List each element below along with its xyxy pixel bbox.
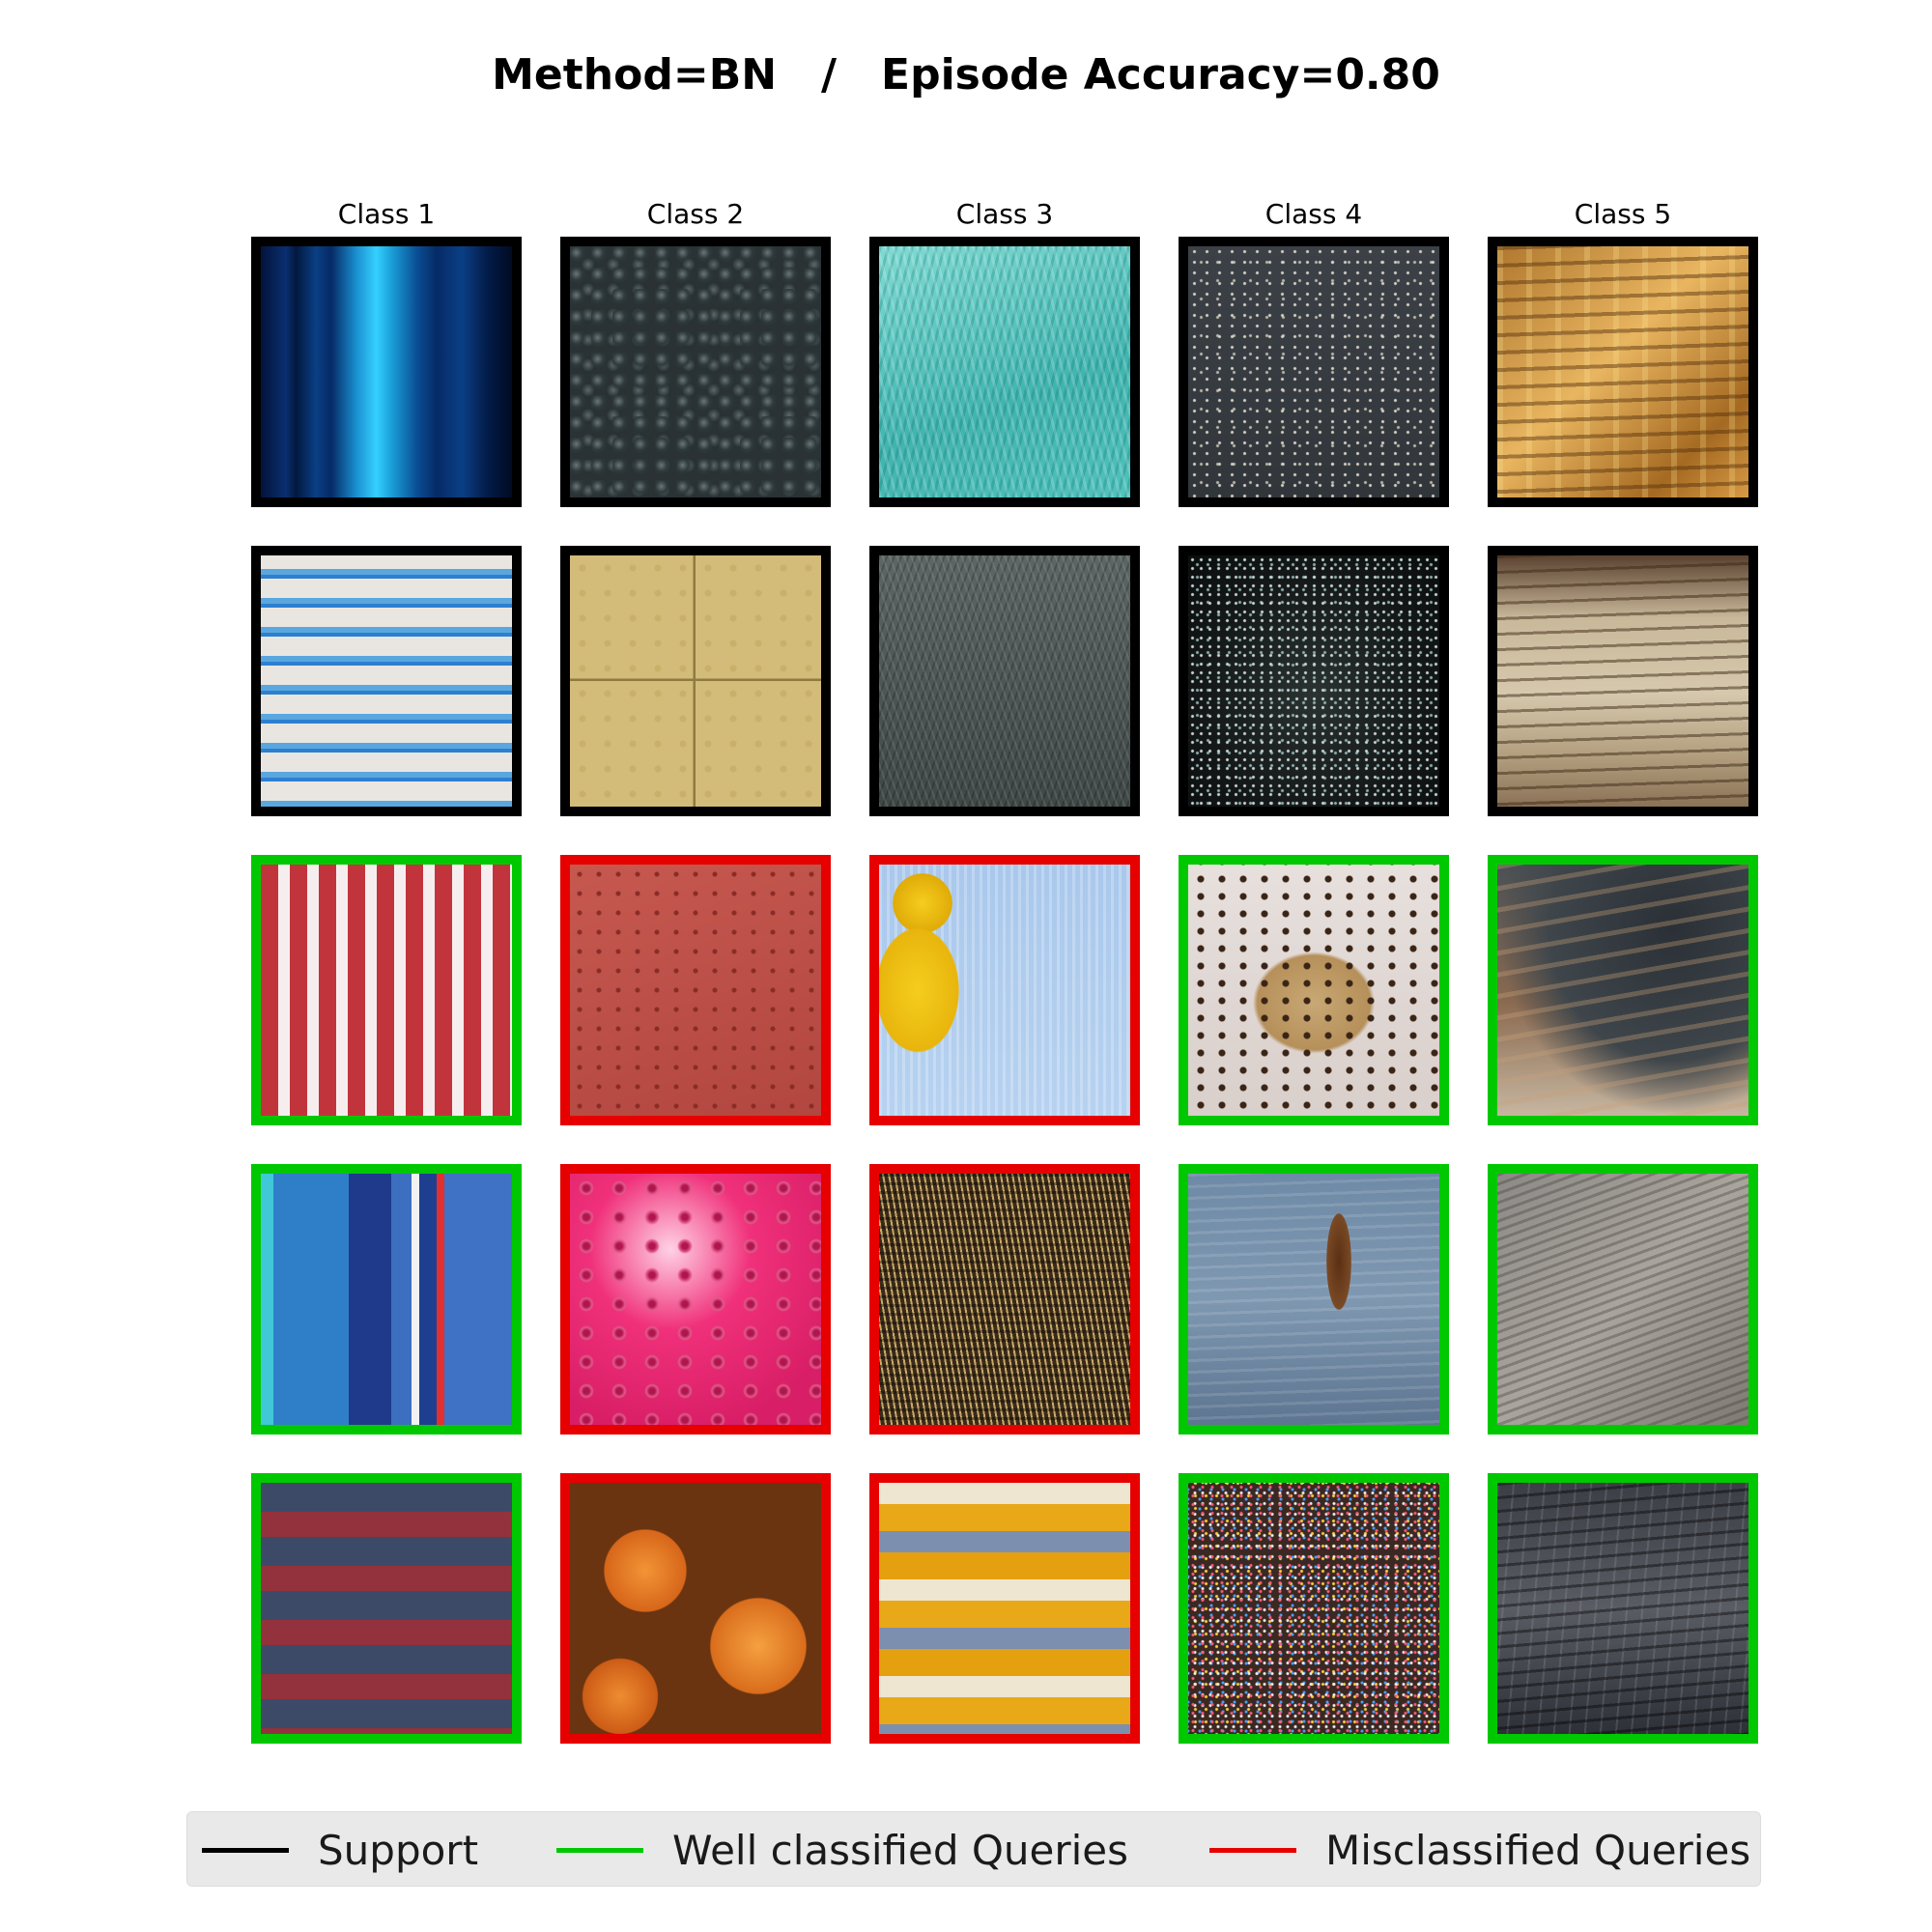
texture-dark-slate-rock xyxy=(1497,865,1748,1116)
sample-image-support xyxy=(251,237,522,507)
legend-item-support: Support xyxy=(202,1812,478,1888)
texture-brown-knit xyxy=(879,1174,1130,1425)
legend-line-support xyxy=(202,1847,289,1853)
texture-yellow-teddy-blue-knit xyxy=(879,865,1130,1116)
texture-pink-spiky-ball xyxy=(570,1174,821,1425)
texture-grey-knit xyxy=(879,555,1130,807)
texture-sparkly-dark-surface xyxy=(1188,555,1439,807)
legend-label: Misclassified Queries xyxy=(1325,1826,1751,1874)
texture-cookie-dough xyxy=(1188,865,1439,1116)
texture-dark-cliff-rock xyxy=(1497,1483,1748,1734)
sample-image-support xyxy=(869,546,1140,816)
legend-line-well xyxy=(556,1847,643,1853)
legend-item-well: Well classified Queries xyxy=(556,1812,1128,1888)
sample-image-support xyxy=(1488,546,1758,816)
texture-teal-knit xyxy=(879,246,1130,497)
texture-orange-pumpkins xyxy=(570,1483,821,1734)
sample-image-support xyxy=(1488,237,1758,507)
texture-grey-layered-rock xyxy=(1497,1174,1748,1425)
sample-image-well xyxy=(251,1473,522,1744)
sample-image-well xyxy=(1488,1164,1758,1435)
sample-image-well xyxy=(1488,855,1758,1125)
sample-image-well xyxy=(1179,1164,1449,1435)
legend: Support Well classified Queries Misclass… xyxy=(186,1811,1761,1887)
texture-red-navy-horizontal-stripes xyxy=(261,1483,512,1734)
class-label: Class 2 xyxy=(646,198,745,230)
sample-image-support xyxy=(869,237,1140,507)
sample-image-mis xyxy=(869,1473,1140,1744)
texture-blue-vertical-stripes xyxy=(261,246,512,497)
texture-weathered-blue-wood xyxy=(1188,1174,1439,1425)
sample-image-support xyxy=(1179,237,1449,507)
texture-tan-tactile-paving xyxy=(570,555,821,807)
sample-image-mis xyxy=(560,855,831,1125)
sample-image-support xyxy=(1179,546,1449,816)
legend-line-mis xyxy=(1209,1847,1296,1853)
sample-image-mis xyxy=(560,1164,831,1435)
legend-label: Support xyxy=(318,1826,479,1874)
sample-image-well xyxy=(1179,855,1449,1125)
texture-blue-white-horizontal-stripes xyxy=(261,555,512,807)
sample-image-well xyxy=(251,855,522,1125)
texture-red-white-vertical-stripes xyxy=(261,865,512,1116)
figure-title: Method=BN / Episode Accuracy=0.80 xyxy=(492,50,1440,99)
class-label: Class 3 xyxy=(955,198,1054,230)
texture-yellow-grey-crochet xyxy=(879,1483,1130,1734)
sample-image-well xyxy=(251,1164,522,1435)
texture-golden-layered-rock xyxy=(1497,246,1748,497)
legend-label: Well classified Queries xyxy=(672,1826,1129,1874)
sample-image-mis xyxy=(869,855,1140,1125)
texture-layered-sandstone xyxy=(1497,555,1748,807)
class-label: Class 5 xyxy=(1574,198,1672,230)
texture-red-tactile-paving xyxy=(570,865,821,1116)
sample-image-support xyxy=(560,237,831,507)
texture-chocolate-sprinkles xyxy=(1188,1483,1439,1734)
sample-image-mis xyxy=(560,1473,831,1744)
legend-item-mis: Misclassified Queries xyxy=(1209,1812,1750,1888)
texture-grey-bubbles xyxy=(570,246,821,497)
sample-image-support xyxy=(560,546,831,816)
class-label: Class 1 xyxy=(337,198,436,230)
sample-image-mis xyxy=(869,1164,1140,1435)
texture-grey-speckled-stone xyxy=(1188,246,1439,497)
class-label: Class 4 xyxy=(1264,198,1363,230)
sample-image-well xyxy=(1488,1473,1758,1744)
sample-image-well xyxy=(1179,1473,1449,1744)
texture-blue-vertical-stripes-wide xyxy=(261,1174,512,1425)
sample-image-support xyxy=(251,546,522,816)
